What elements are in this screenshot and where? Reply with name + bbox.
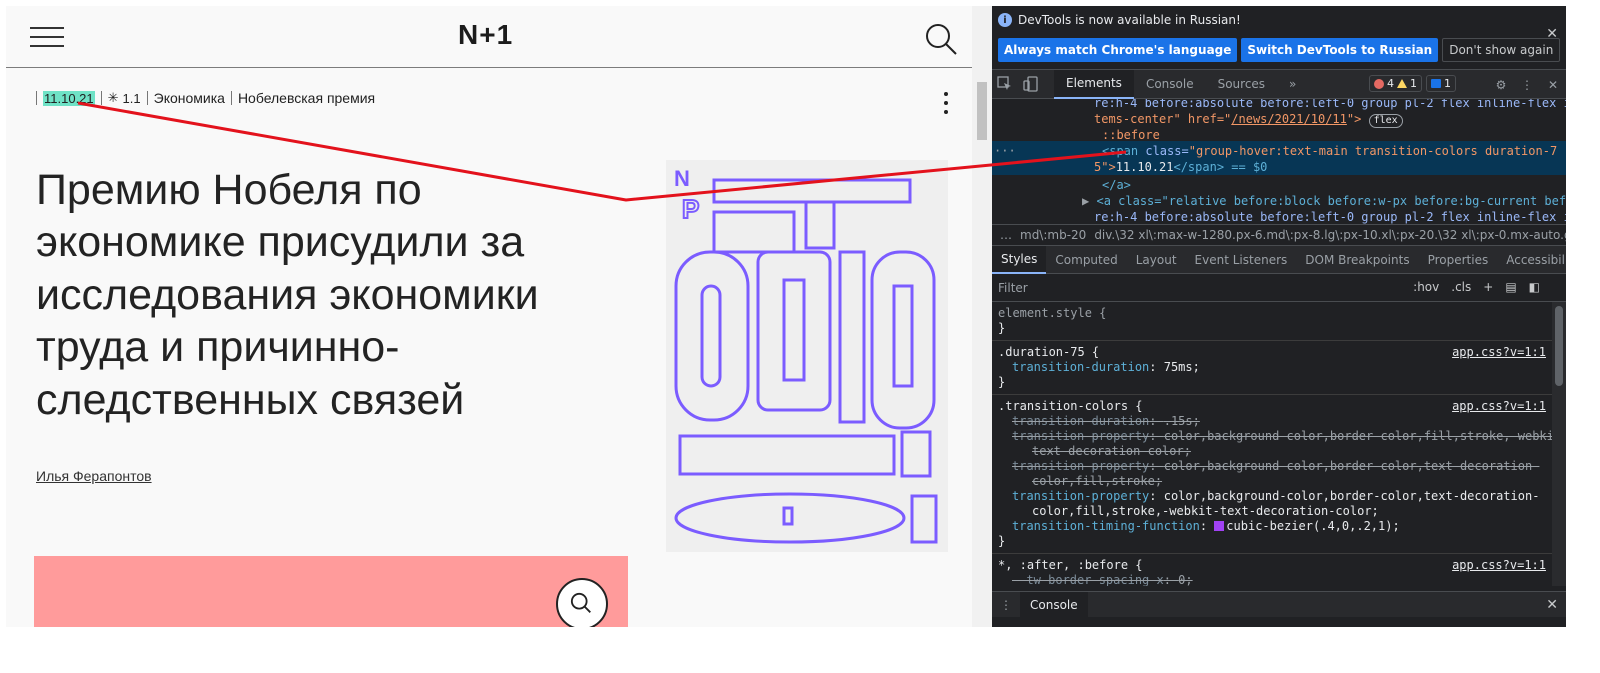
- styles-pane: element.style { } .duration-75 { app.css…: [992, 302, 1552, 586]
- more-tabs-icon[interactable]: »: [1277, 70, 1308, 99]
- svg-text:P: P: [682, 194, 699, 224]
- rule-selector[interactable]: element.style {: [998, 306, 1546, 321]
- match-language-button[interactable]: Always match Chrome's language: [998, 38, 1238, 62]
- selected-span-line[interactable]: <span class="group-hover:text-main trans…: [1102, 143, 1557, 159]
- dont-show-again-button[interactable]: Don't show again: [1442, 38, 1561, 62]
- breadcrumb: … md\:mb-20 div.\32 xl\:max-w-1280.px-6.…: [992, 224, 1566, 246]
- new-rule-icon[interactable]: +: [1483, 280, 1493, 294]
- error-icon: [1374, 78, 1384, 89]
- site-logo[interactable]: N+1: [458, 19, 513, 51]
- dom-tree: re:h-4 before:absolute before:left-0 gro…: [992, 99, 1566, 224]
- warning-icon: [1397, 79, 1407, 88]
- kebab-menu-icon[interactable]: ⋮: [1514, 70, 1540, 99]
- devtools-panel: i DevTools is now available in Russian! …: [992, 6, 1566, 627]
- source-link[interactable]: app.css?v=1:1: [1452, 558, 1546, 573]
- style-declaration[interactable]: transition-timing-function: cubic-bezier…: [998, 519, 1546, 534]
- dom-href-link[interactable]: /news/2021/10/11: [1231, 112, 1347, 126]
- dom-line[interactable]: re:h-4 before:absolute before:left-0 gro…: [1094, 99, 1566, 110]
- style-declaration[interactable]: transition-property: color,background-co…: [998, 489, 1546, 504]
- tab-computed[interactable]: Computed: [1046, 246, 1126, 274]
- dom-line[interactable]: tems-center" href=": [1094, 112, 1231, 126]
- style-rule: .transition-colors { app.css?v=1:1 trans…: [992, 395, 1552, 554]
- svg-text:N: N: [674, 166, 690, 191]
- breadcrumb-item[interactable]: md\:mb-20: [1020, 228, 1086, 242]
- sparkle-icon: ✳: [107, 90, 119, 105]
- site-header: N+1: [6, 6, 972, 68]
- search-icon[interactable]: [556, 578, 608, 627]
- source-link[interactable]: app.css?v=1:1: [1452, 399, 1546, 414]
- drawer-tab-console[interactable]: Console: [1020, 592, 1088, 617]
- sidebar-toggle-icon[interactable]: ◧: [1529, 280, 1540, 294]
- page-scrollbar[interactable]: [972, 6, 992, 627]
- article-date[interactable]: 11.10.21: [43, 90, 95, 106]
- styles-subtabs: Styles Computed Layout Event Listeners D…: [992, 245, 1566, 274]
- row-ellipsis-icon[interactable]: ···: [994, 143, 1016, 159]
- article-meta: 11.10.21 ✳ 1.1 Экономика Нобелевская пре…: [30, 88, 375, 108]
- dom-line[interactable]: <a class="relative before:block before:w…: [1096, 194, 1566, 208]
- source-link[interactable]: app.css?v=1:1: [1452, 345, 1546, 360]
- devtools-tabbar: Elements Console Sources » 4 1 1 ⚙ ⋮ ✕: [992, 69, 1566, 99]
- tab-layout[interactable]: Layout: [1127, 246, 1186, 274]
- hov-toggle[interactable]: :hov: [1413, 280, 1439, 294]
- screenshot-stage: N+1 11.10.21 ✳ 1.1 Экономика Нобелевская…: [0, 0, 1600, 673]
- issues-badge[interactable]: 4 1: [1369, 75, 1422, 92]
- styles-filter-bar: Filter :hov .cls + ▤ ◧: [992, 274, 1566, 302]
- scrollbar-thumb[interactable]: [1555, 306, 1563, 386]
- promo-banner: [34, 556, 628, 627]
- switch-language-button[interactable]: Switch DevTools to Russian: [1241, 38, 1439, 62]
- hamburger-menu-icon[interactable]: [30, 27, 64, 47]
- tab-event-listeners[interactable]: Event Listeners: [1186, 246, 1297, 274]
- expand-arrow-icon[interactable]: ▶: [1082, 194, 1089, 208]
- tab-console[interactable]: Console: [1134, 70, 1206, 99]
- style-rule: element.style { }: [992, 302, 1552, 341]
- inspect-element-icon[interactable]: [992, 70, 1018, 99]
- language-infobar: i DevTools is now available in Russian! …: [992, 6, 1566, 70]
- dom-line[interactable]: re:h-4 before:absolute before:left-0 gro…: [1094, 210, 1566, 224]
- style-declaration[interactable]: transition-property: color,background-co…: [998, 459, 1546, 474]
- dom-pseudo-before[interactable]: ::before: [1102, 128, 1160, 142]
- message-icon: [1431, 79, 1441, 88]
- close-icon[interactable]: ✕: [1546, 26, 1558, 42]
- article-views: ✳ 1.1: [107, 90, 141, 106]
- style-declaration[interactable]: transition-duration: .15s;: [998, 414, 1546, 429]
- gear-icon[interactable]: ⚙: [1488, 70, 1514, 99]
- tab-sources[interactable]: Sources: [1206, 70, 1277, 99]
- tab-accessibility[interactable]: Accessibility: [1497, 246, 1566, 274]
- flex-badge[interactable]: flex: [1368, 114, 1403, 128]
- style-declaration[interactable]: transition-duration: 75ms;: [998, 360, 1546, 375]
- styles-scrollbar[interactable]: [1552, 302, 1566, 586]
- drawer-menu-icon[interactable]: ⋮: [992, 598, 1020, 612]
- device-toolbar-icon[interactable]: [1018, 70, 1044, 99]
- style-declaration[interactable]: --tw-border-spacing-x: 0;: [998, 573, 1546, 586]
- cls-toggle[interactable]: .cls: [1451, 280, 1471, 294]
- tab-elements[interactable]: Elements: [1054, 69, 1134, 99]
- article-cover-image: N P: [666, 160, 948, 552]
- info-icon: i: [998, 13, 1012, 27]
- scrollbar-thumb[interactable]: [977, 82, 987, 140]
- close-icon[interactable]: ✕: [1540, 70, 1566, 99]
- style-rule: .duration-75 { app.css?v=1:1 transition-…: [992, 341, 1552, 395]
- article-headline: Премию Нобеля по экономике присудили за …: [36, 166, 539, 424]
- styles-filter-input[interactable]: Filter: [998, 281, 1028, 295]
- messages-badge[interactable]: 1: [1426, 75, 1456, 92]
- tab-dom-breakpoints[interactable]: DOM Breakpoints: [1296, 246, 1418, 274]
- dom-line[interactable]: </a>: [1102, 178, 1131, 192]
- tab-properties[interactable]: Properties: [1419, 246, 1498, 274]
- style-rule: *, :after, :before { app.css?v=1:1 --tw-…: [992, 554, 1552, 586]
- search-icon[interactable]: [924, 22, 958, 56]
- tag-link[interactable]: Нобелевская премия: [238, 90, 375, 106]
- more-options-icon[interactable]: [944, 92, 950, 118]
- breadcrumb-ellipsis[interactable]: …: [1000, 228, 1012, 242]
- tab-styles[interactable]: Styles: [992, 245, 1047, 274]
- breadcrumb-item[interactable]: div.\32 xl\:max-w-1280.px-6.md\:px-8.lg\…: [1094, 228, 1566, 242]
- author-link[interactable]: Илья Ферапонтов: [36, 468, 152, 484]
- category-link[interactable]: Экономика: [154, 90, 225, 106]
- website-viewport: N+1 11.10.21 ✳ 1.1 Экономика Нобелевская…: [6, 6, 992, 627]
- paint-icon[interactable]: ▤: [1505, 280, 1516, 294]
- style-declaration[interactable]: transition-property: color,background-co…: [998, 429, 1552, 444]
- bezier-swatch-icon[interactable]: [1214, 521, 1225, 531]
- close-icon[interactable]: ✕: [1546, 597, 1558, 613]
- infobar-message: DevTools is now available in Russian!: [1018, 13, 1241, 27]
- console-drawer: ⋮ Console ✕: [992, 591, 1566, 617]
